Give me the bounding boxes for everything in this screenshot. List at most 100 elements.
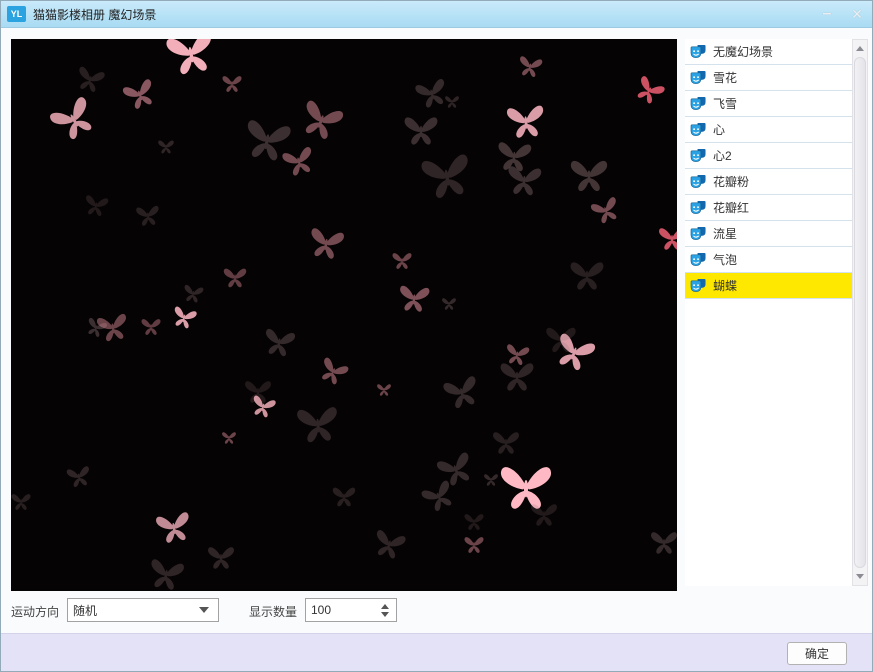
butterfly-sprite xyxy=(392,253,412,269)
butterfly-sprite xyxy=(442,298,456,310)
scene-item-label: 蝴蝶 xyxy=(713,279,738,293)
butterfly-sprite xyxy=(500,363,534,391)
butterfly-sprite xyxy=(531,504,557,526)
scroll-down-button[interactable] xyxy=(853,569,867,584)
butterfly-sprite xyxy=(222,76,242,92)
theater-mask-icon xyxy=(690,70,706,84)
scene-list-item[interactable]: 气泡 xyxy=(685,247,852,273)
theater-mask-icon xyxy=(690,174,706,188)
butterfly-sprite xyxy=(570,262,604,290)
butterfly-sprite xyxy=(135,205,161,227)
close-button[interactable]: ✕ xyxy=(842,1,872,27)
butterfly-sprite xyxy=(297,99,345,143)
count-value: 100 xyxy=(311,603,332,617)
butterfly-sprite xyxy=(155,511,193,545)
window-title: 猫猫影楼相册 魔幻场景 xyxy=(33,7,157,22)
butterfly-sprite xyxy=(506,165,542,196)
title-bar: YL 猫猫影楼相册 魔幻场景 – ✕ xyxy=(1,1,872,28)
theater-mask-icon xyxy=(690,96,706,110)
scene-list-item[interactable]: 飞雪 xyxy=(685,91,852,117)
butterfly-sprite xyxy=(398,285,430,313)
butterfly-sprite xyxy=(222,432,236,444)
scene-list-item[interactable]: 心2 xyxy=(685,143,852,169)
scene-list-item[interactable]: 流星 xyxy=(685,221,852,247)
scene-list-item[interactable]: 花瓣粉 xyxy=(685,169,852,195)
theater-mask-icon xyxy=(690,200,706,214)
theater-mask-icon xyxy=(690,44,706,58)
ok-button[interactable]: 确定 xyxy=(787,642,847,665)
theater-mask-icon xyxy=(690,278,706,292)
arrow-down-icon xyxy=(856,574,864,579)
scene-list-scrollbar[interactable] xyxy=(852,39,868,586)
minimize-button[interactable]: – xyxy=(812,1,842,27)
butterfly-sprite xyxy=(570,160,608,192)
butterfly-sprite xyxy=(371,529,407,561)
scene-list-item[interactable]: 花瓣红 xyxy=(685,195,852,221)
spinner-up-icon[interactable] xyxy=(381,603,389,609)
butterfly-sprite xyxy=(493,432,519,454)
butterfly-sprite xyxy=(141,319,161,335)
butterfly-sprite xyxy=(590,196,622,226)
theater-mask-icon xyxy=(690,252,706,266)
butterfly-sprite xyxy=(262,328,296,358)
count-label: 显示数量 xyxy=(249,605,298,619)
chevron-down-icon xyxy=(199,607,209,613)
butterfly-sprite xyxy=(632,75,666,107)
scene-list-item[interactable]: 无魔幻场景 xyxy=(685,39,852,65)
butterfly-sprite xyxy=(420,153,474,201)
butterfly-sprite xyxy=(307,227,345,261)
butterfly-sprite xyxy=(464,514,484,530)
butterfly-sprite xyxy=(332,487,356,507)
butterfly-sprite xyxy=(296,406,340,444)
butterfly-sprite xyxy=(651,532,677,554)
scene-list-item[interactable]: 雪花 xyxy=(685,65,852,91)
scene-list-item[interactable]: 蝴蝶 xyxy=(685,273,852,299)
scene-item-label: 雪花 xyxy=(713,71,738,85)
count-spinner[interactable]: 100 xyxy=(305,598,397,622)
butterfly-sprite xyxy=(281,146,317,178)
dialog-window: YL 猫猫影楼相册 魔幻场景 – ✕ 无魔幻场景雪花飞雪心心2 花瓣粉花瓣红流星气… xyxy=(0,0,873,672)
scene-item-label: 流星 xyxy=(713,227,738,241)
butterfly-sprite xyxy=(158,140,174,154)
scene-item-label: 飞雪 xyxy=(713,97,738,111)
butterfly-sprite xyxy=(66,465,92,489)
butterfly-sprite xyxy=(48,95,100,145)
scene-item-label: 心 xyxy=(713,123,726,137)
scene-item-label: 花瓣粉 xyxy=(713,175,750,189)
butterfly-sprite xyxy=(122,78,158,112)
butterfly-sprite xyxy=(96,313,130,343)
footer-bar: 确定 xyxy=(1,633,872,671)
scrollbar-thumb[interactable] xyxy=(854,57,866,568)
butterfly-sprite xyxy=(445,96,459,108)
butterfly-sprite xyxy=(165,39,217,77)
butterfly-sprite xyxy=(147,558,185,591)
scene-list-item[interactable]: 心 xyxy=(685,117,852,143)
butterfly-sprite xyxy=(316,356,350,388)
butterfly-sprite xyxy=(517,55,543,79)
butterfly-sprite xyxy=(223,268,247,288)
butterfly-sprite xyxy=(11,494,31,510)
scene-item-label: 气泡 xyxy=(713,253,738,267)
scene-item-label: 心2 xyxy=(713,149,732,163)
scene-item-label: 无魔幻场景 xyxy=(713,45,774,59)
theater-mask-icon xyxy=(690,148,706,162)
scene-list: 无魔幻场景雪花飞雪心心2 花瓣粉花瓣红流星气泡蝴蝶 xyxy=(685,39,852,586)
direction-value: 随机 xyxy=(73,603,98,618)
butterfly-sprite xyxy=(170,306,198,330)
butterfly-sprite xyxy=(249,395,277,419)
butterfly-sprite xyxy=(442,375,482,411)
preview-canvas xyxy=(11,39,677,591)
scene-item-label: 花瓣红 xyxy=(713,201,750,215)
butterfly-sprite xyxy=(659,228,677,250)
scroll-up-button[interactable] xyxy=(853,41,867,56)
butterfly-sprite xyxy=(464,537,484,553)
arrow-up-icon xyxy=(856,46,864,51)
direction-label: 运动方向 xyxy=(11,605,60,619)
spinner-down-icon[interactable] xyxy=(381,611,389,617)
app-icon: YL xyxy=(7,6,26,22)
butterfly-sprite xyxy=(404,117,438,145)
direction-select[interactable]: 随机 xyxy=(67,598,219,622)
butterfly-sprite xyxy=(546,327,576,353)
theater-mask-icon xyxy=(690,122,706,136)
theater-mask-icon xyxy=(690,226,706,240)
